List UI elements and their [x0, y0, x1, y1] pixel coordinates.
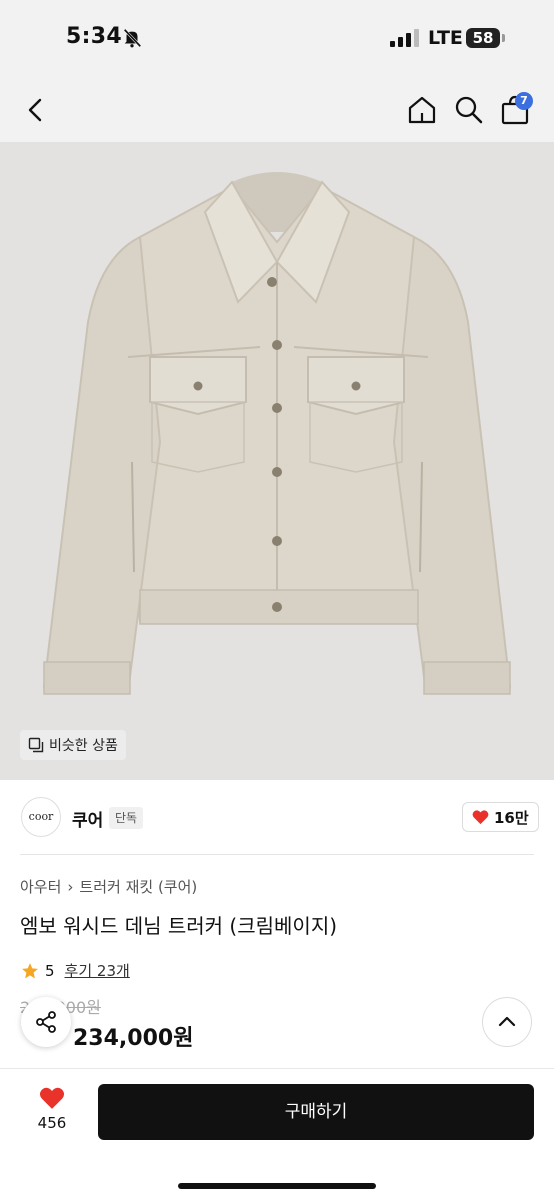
network-label: LTE [428, 27, 463, 49]
brand-name[interactable]: 쿠어 [72, 806, 103, 831]
chevron-right-icon: › [67, 877, 74, 896]
exclusive-badge: 단독 [109, 807, 144, 829]
status-bar: 5:34 LTE 58 [0, 0, 554, 76]
heart-icon [472, 810, 489, 825]
copy-icon [28, 737, 44, 753]
battery-indicator: 58 [466, 28, 500, 48]
bottom-bar-divider [0, 1068, 554, 1069]
product-image[interactable] [0, 142, 554, 780]
similar-products-chip[interactable]: 비슷한 상품 [20, 730, 126, 760]
review-count-link[interactable]: 후기 23개 [65, 960, 130, 981]
bell-off-icon [123, 28, 142, 48]
cart-count-badge: 7 [515, 92, 533, 110]
share-button[interactable] [21, 997, 71, 1047]
product-title: 엠보 워시드 데님 트러커 (크림베이지) [20, 914, 338, 938]
rating-value: 5 [45, 961, 55, 980]
back-arrow-icon[interactable] [20, 94, 52, 126]
share-icon [36, 1011, 56, 1033]
top-nav [0, 76, 554, 142]
battery-tip [502, 34, 505, 42]
chevron-up-icon [498, 1016, 516, 1027]
brand-logo[interactable]: coor [21, 797, 61, 837]
scroll-to-top-button[interactable] [482, 997, 532, 1047]
brand-like-button[interactable]: 16만 [462, 802, 539, 832]
buy-button[interactable]: 구매하기 [98, 1084, 534, 1140]
wishlist-count: 456 [37, 1114, 67, 1132]
brand-like-count: 16만 [494, 808, 529, 827]
breadcrumb-item[interactable]: 트러커 재킷 (쿠어) [79, 876, 197, 897]
similar-products-label: 비슷한 상품 [49, 738, 118, 754]
jacket-illustration [0, 142, 554, 780]
sale-price: 234,000원 [73, 1026, 194, 1051]
divider [20, 854, 534, 855]
signal-icon [390, 29, 419, 47]
breadcrumb-item[interactable]: 아우터 [20, 876, 61, 897]
rating-row: 5 후기 23개 [21, 960, 130, 981]
heart-icon [39, 1087, 65, 1109]
home-icon[interactable] [405, 93, 439, 127]
home-indicator [178, 1183, 376, 1189]
wishlist-button[interactable]: 456 [22, 1086, 82, 1140]
search-icon[interactable] [452, 93, 486, 127]
status-time: 5:34 [66, 24, 122, 49]
star-icon [22, 962, 38, 978]
breadcrumb: 아우터 › 트러커 재킷 (쿠어) [20, 876, 197, 897]
